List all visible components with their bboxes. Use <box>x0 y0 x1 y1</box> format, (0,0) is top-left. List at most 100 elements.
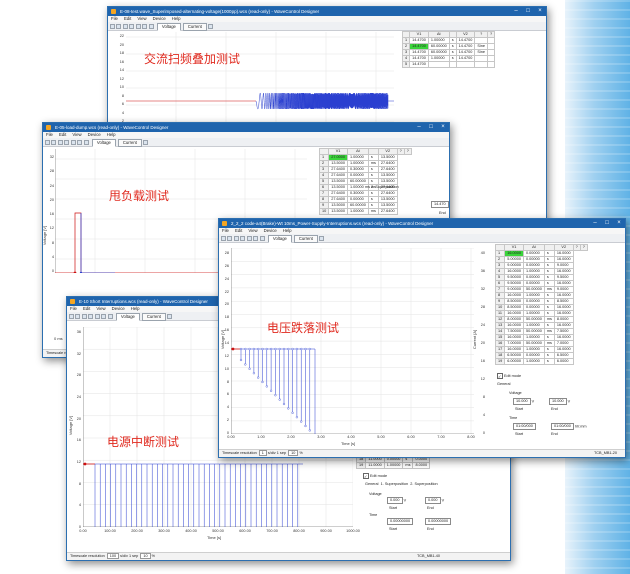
table-cell[interactable]: 5.00000 <box>504 256 524 263</box>
table-cell[interactable] <box>486 61 496 68</box>
table-header[interactable]: ? <box>572 244 581 251</box>
timescale-select[interactable]: 1 <box>258 450 267 456</box>
tab-superposition-2[interactable]: 2. Superposition <box>410 482 437 486</box>
table-cell[interactable]: 16.0000 <box>504 310 524 317</box>
table-cell[interactable]: 27.6400 <box>377 160 398 167</box>
menu-file[interactable]: File <box>70 306 77 311</box>
new-icon[interactable] <box>68 313 74 319</box>
save-icon[interactable] <box>122 23 128 29</box>
voltage-value[interactable]: 14.470 <box>431 201 449 208</box>
table-cell[interactable]: 16.0000 <box>553 346 574 353</box>
table-cell[interactable]: 27.6400 <box>328 190 348 197</box>
table-cell[interactable]: 5 <box>401 61 411 68</box>
table-cell[interactable]: 27.6400 <box>377 166 398 173</box>
table-row[interactable]: 12 8.00000 50.00000 ms 8.0000 <box>494 316 588 323</box>
table-cell[interactable]: 16.0000 <box>504 346 524 353</box>
table-cell[interactable]: 60.00000 <box>346 178 369 185</box>
table-cell[interactable]: 19 <box>355 462 367 469</box>
table-cell[interactable]: 60.00000 <box>427 43 450 50</box>
menu-file[interactable]: File <box>46 132 53 137</box>
menu-device[interactable]: Device <box>264 228 277 233</box>
table-row[interactable]: 9 13.5000 60.00000 s 13.5000 <box>318 202 412 209</box>
table-cell[interactable]: 16.0000 <box>504 250 524 257</box>
menu-edit[interactable]: Edit <box>83 306 90 311</box>
table-cell[interactable]: 19 <box>494 358 506 365</box>
title-bar[interactable]: E-08-test.wave_Superimposed-alternating-… <box>108 7 546 16</box>
edit-mode-checkbox[interactable]: ✓ Edit mode <box>497 373 521 379</box>
table-cell[interactable]: 16.0000 <box>553 256 574 263</box>
table-cell[interactable]: s <box>543 358 555 365</box>
table-cell[interactable]: ms <box>367 208 379 215</box>
table-cell[interactable]: 14.4700 <box>409 43 429 50</box>
table-cell[interactable]: ms <box>402 462 414 469</box>
step-select[interactable]: 10 <box>140 553 151 559</box>
close-icon[interactable]: × <box>534 7 546 16</box>
pen-icon[interactable] <box>319 235 325 241</box>
settings-icon[interactable] <box>107 313 113 319</box>
tab-voltage[interactable]: Voltage <box>115 313 140 321</box>
table-cell[interactable]: 50.00000 <box>522 286 545 293</box>
menu-edit[interactable]: Edit <box>235 228 242 233</box>
menu-file[interactable]: File <box>222 228 229 233</box>
edit-mode-checkbox[interactable]: ✓ Edit mode <box>363 473 387 479</box>
table-cell[interactable]: 14.4700 <box>409 55 429 62</box>
table-cell[interactable]: 8.00000 <box>504 316 524 323</box>
table-cell[interactable]: 13.5000 <box>328 184 348 191</box>
table-cell[interactable]: 6.0000 <box>553 358 574 365</box>
new-icon[interactable] <box>109 23 115 29</box>
table-cell[interactable]: 14.4700 <box>409 37 429 44</box>
table-cell[interactable]: 16.0000 <box>553 322 574 329</box>
table-cell[interactable]: 14.4700 <box>409 49 429 56</box>
table-cell[interactable]: 16.0000 <box>504 334 524 341</box>
table-header[interactable]: ? <box>579 244 588 251</box>
window-voltage-drop[interactable]: 2_2_2 code-a4(Brake)-Wt 10ms_Power-Suppl… <box>218 218 626 458</box>
time-start-input[interactable]: 0.00000000 <box>387 518 414 525</box>
voltage-plot[interactable] <box>126 32 394 127</box>
menu-file[interactable]: File <box>111 16 118 21</box>
table-cell[interactable]: 8.0000 <box>412 462 431 469</box>
voltage-end-input[interactable]: 10.000 V <box>549 398 570 405</box>
voltage-start-input[interactable]: 0.000 V <box>387 497 406 504</box>
pen-icon[interactable] <box>143 139 149 145</box>
minimize-icon[interactable]: – <box>510 7 522 16</box>
maximize-icon[interactable]: □ <box>522 7 534 16</box>
tab-voltage[interactable]: Voltage <box>156 23 181 31</box>
maximize-icon[interactable]: □ <box>601 219 613 228</box>
segment-table[interactable]: V1 Δt V2?? 1 14.4700 1.00000 s 14.4700 2 14.4700 6… <box>401 31 496 68</box>
title-bar[interactable]: E-05-load-dump.wcs (read-only) - WaveCon… <box>43 123 449 132</box>
paste-icon[interactable] <box>246 235 252 241</box>
voltage-plot[interactable] <box>231 248 474 434</box>
table-cell[interactable]: 7.50000 <box>504 328 524 335</box>
table-cell[interactable]: 16.0000 <box>504 268 524 275</box>
menu-view[interactable]: View <box>248 228 257 233</box>
open-icon[interactable] <box>116 23 121 29</box>
table-row[interactable]: 7 9.00000 50.00000 ms 9.0000 <box>494 286 588 293</box>
table-cell[interactable]: 14.4700 <box>455 55 476 62</box>
menu-view[interactable]: View <box>137 16 146 21</box>
table-cell[interactable]: 13.5000 <box>377 154 398 161</box>
tab-superposition-1[interactable]: 1. Superposition <box>381 482 408 486</box>
table-cell[interactable]: 1.00000 <box>383 462 404 469</box>
menu-help[interactable]: Help <box>107 132 116 137</box>
table-row[interactable]: 5 14.4700 <box>401 61 496 68</box>
table-cell[interactable]: 16.0000 <box>553 250 574 257</box>
table-cell[interactable]: 27.6400 <box>328 166 348 173</box>
table-cell[interactable]: 50.00000 <box>522 328 545 335</box>
minimize-icon[interactable]: – <box>589 219 601 228</box>
table-cell[interactable]: 16.0000 <box>553 310 574 317</box>
table-cell[interactable]: 27.0000 <box>328 154 348 161</box>
table-cell[interactable]: 1.00000 <box>522 358 545 365</box>
table-cell[interactable]: 50.00000 <box>522 316 545 323</box>
table-cell[interactable]: 16.0000 <box>553 304 574 311</box>
table-cell[interactable]: 9.50000 <box>504 280 524 287</box>
table-cell[interactable]: 16.0000 <box>504 322 524 329</box>
menu-device[interactable]: Device <box>112 306 125 311</box>
side-tabs[interactable]: General 1. Superposition 2. Superpositio… <box>365 482 438 486</box>
segment-table[interactable]: V1 Δt V2?? 1 16.0000 0.00000 s 16.0000 2 5.00000 0… <box>494 244 588 365</box>
table-cell[interactable]: 11.0000 <box>365 462 385 469</box>
table-cell[interactable]: 50.00000 <box>522 340 545 347</box>
settings-icon[interactable] <box>148 23 154 29</box>
table-cell[interactable]: 14.4700 <box>455 43 476 50</box>
step-select[interactable]: 10 <box>288 450 299 456</box>
pen-icon[interactable] <box>167 313 173 319</box>
